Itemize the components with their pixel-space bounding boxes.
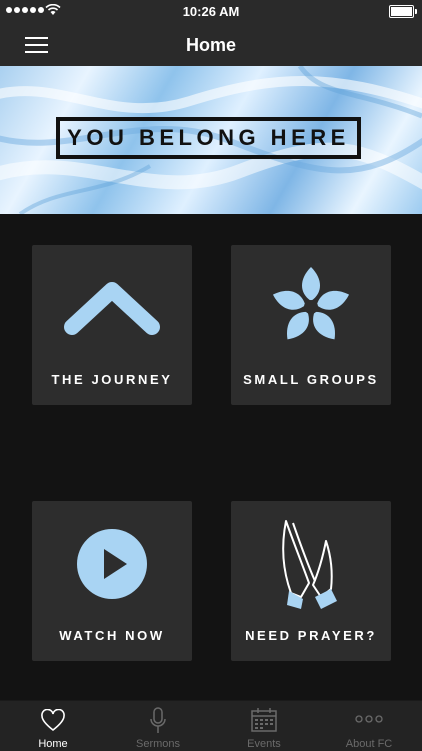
banner-frame: YOU BELONG HERE <box>56 117 361 159</box>
more-dots-icon <box>355 715 383 723</box>
tile-watch-now[interactable]: WATCH NOW <box>32 501 192 661</box>
tile-the-journey[interactable]: THE JOURNEY <box>32 245 192 405</box>
navigation-bar: Home <box>0 22 422 66</box>
tile-label: WATCH NOW <box>59 628 165 643</box>
tile-small-groups[interactable]: SMALL GROUPS <box>231 245 391 405</box>
tab-about-fc[interactable]: About FC <box>316 701 422 751</box>
tab-label: Events <box>247 738 281 750</box>
tab-events[interactable]: Events <box>211 701 317 751</box>
tab-home[interactable]: Home <box>0 701 106 751</box>
calendar-icon <box>251 708 277 732</box>
tab-sermons[interactable]: Sermons <box>105 701 211 751</box>
heart-icon <box>41 709 65 732</box>
tab-label: Home <box>38 738 68 750</box>
hands-star-icon <box>272 267 350 340</box>
tile-label: SMALL GROUPS <box>243 372 379 387</box>
tab-label: Sermons <box>135 738 181 750</box>
tile-label: NEED PRAYER? <box>245 628 377 643</box>
page-title: Home <box>185 35 236 55</box>
status-bar: 10:26 AM <box>0 0 422 22</box>
banner-title: YOU BELONG HERE <box>67 125 350 150</box>
tile-label: THE JOURNEY <box>51 372 173 387</box>
microphone-icon <box>150 707 166 733</box>
hero-banner: YOU BELONG HERE <box>0 66 422 214</box>
status-time: 10:26 AM <box>182 4 240 19</box>
praying-hands-icon <box>282 520 337 609</box>
play-icon <box>77 529 147 599</box>
tab-bar: Home Sermons Events About FC <box>0 700 422 751</box>
chevron-up-icon <box>64 282 160 335</box>
battery-icon <box>389 5 417 18</box>
tile-need-prayer[interactable]: NEED PRAYER? <box>231 501 391 661</box>
tab-label: About FC <box>345 738 393 750</box>
